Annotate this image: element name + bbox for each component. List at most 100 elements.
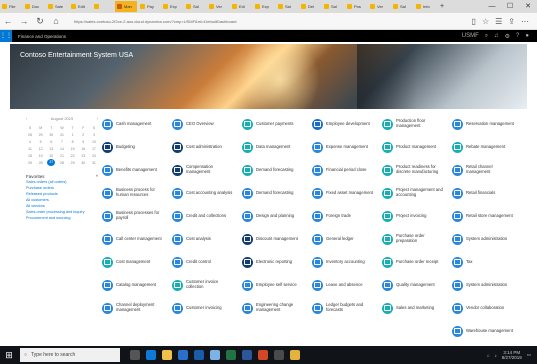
workspace-tile[interactable]: Customer invoice collection	[172, 277, 236, 293]
home-icon[interactable]: ⌂	[48, 16, 64, 26]
calendar-month[interactable]: August 2019	[51, 116, 73, 121]
network-icon[interactable]: ⌂	[487, 353, 490, 358]
calendar-prev-icon[interactable]: ‹	[26, 116, 27, 121]
workspace-tile[interactable]: Discount management	[242, 231, 306, 247]
new-tab-icon[interactable]: +	[437, 3, 447, 10]
workspace-tile[interactable]: Catalog management	[102, 277, 166, 293]
task-view-icon[interactable]	[130, 350, 140, 360]
browser-tab[interactable]: Sal	[322, 1, 344, 12]
calendar-day[interactable]: 30	[47, 133, 55, 137]
browser-tab[interactable]: Pos	[345, 1, 367, 12]
workspace-tile[interactable]: Data management	[242, 139, 306, 155]
chevron-up-icon[interactable]: ^	[96, 174, 98, 179]
edge-icon[interactable]	[146, 350, 156, 360]
workspace-tile[interactable]: Business process for human resources	[102, 185, 166, 201]
calendar-day[interactable]: 25	[26, 161, 34, 165]
browser-tab[interactable]: Sale	[46, 1, 68, 12]
minimize-button[interactable]: —	[483, 0, 501, 13]
workspace-tile[interactable]: Tax	[452, 254, 516, 270]
browser-tab[interactable]: Sal	[391, 1, 413, 12]
workspace-tile[interactable]: Foreign trade	[312, 208, 376, 224]
browser-tab[interactable]: Edi	[230, 1, 252, 12]
calendar-day[interactable]: 22	[69, 154, 77, 158]
workspace-tile[interactable]: Quality management	[382, 277, 446, 293]
taskbar-search[interactable]: ○ Type here to search	[20, 348, 120, 362]
calendar-day[interactable]: 28	[58, 161, 66, 165]
volume-icon[interactable]: ♪	[494, 353, 496, 358]
calendar-day[interactable]: 29	[37, 133, 45, 137]
workspace-tile[interactable]: Retail channel management	[452, 162, 516, 178]
close-button[interactable]: ✕	[519, 0, 537, 13]
back-icon[interactable]: ←	[0, 16, 16, 26]
workspace-tile[interactable]: Purchase order preparation	[382, 231, 446, 247]
powerpoint-icon[interactable]	[258, 350, 268, 360]
windows-start-icon[interactable]: ⊞	[0, 350, 18, 361]
reading-view-icon[interactable]: ▯	[472, 17, 476, 26]
workspace-tile[interactable]: Product readiness for discrete manufactu…	[382, 162, 446, 178]
calendar-day[interactable]: 18	[26, 154, 34, 158]
calendar-day[interactable]: 31	[58, 133, 66, 137]
workspace-tile[interactable]: Customer payments	[242, 116, 306, 132]
browser-tab[interactable]: Doc	[23, 1, 45, 12]
file-explorer-icon[interactable]	[162, 350, 172, 360]
calendar-day[interactable]: 21	[58, 154, 66, 158]
browser-tab[interactable]: Ver	[207, 1, 229, 12]
browser-tab[interactable]: Exp	[161, 1, 183, 12]
browser-tab[interactable]: Pay	[138, 1, 160, 12]
browser-tab[interactable]: Sal	[184, 1, 206, 12]
workspace-tile[interactable]: Business processes for payroll	[102, 208, 166, 224]
workspace-tile[interactable]: Engineering change management	[242, 300, 306, 316]
workspace-tile[interactable]: Cost administration	[172, 139, 236, 155]
refresh-icon[interactable]: ↻	[32, 16, 48, 27]
company-picker[interactable]: USMF	[462, 33, 479, 40]
calendar-next-icon[interactable]: ›	[97, 116, 98, 121]
calendar-day[interactable]: 27	[47, 159, 56, 166]
workspace-tile[interactable]: Production floor management	[382, 116, 446, 132]
workspace-tile[interactable]: General ledger	[312, 231, 376, 247]
folder-icon[interactable]	[290, 350, 300, 360]
workspace-tile[interactable]: Reservation management	[452, 116, 516, 132]
maximize-button[interactable]: ☐	[501, 0, 519, 13]
calendar-day[interactable]: 8	[69, 140, 77, 144]
workspace-tile[interactable]: Ledger budgets and forecasts	[312, 300, 376, 316]
workspace-tile[interactable]: Employee self service	[242, 277, 306, 293]
calendar-day[interactable]: 20	[47, 154, 55, 158]
notifications-icon[interactable]: ▭	[527, 352, 531, 358]
calendar-day[interactable]: 5	[37, 140, 45, 144]
bell-icon[interactable]: ♫	[494, 33, 499, 40]
avatar[interactable]: ●	[525, 33, 529, 40]
calendar-day[interactable]: 4	[26, 140, 34, 144]
calendar-day[interactable]: 28	[26, 133, 34, 137]
workspace-tile[interactable]: Benefits management	[102, 162, 166, 178]
calendar-day[interactable]: 6	[47, 140, 55, 144]
workspace-tile[interactable]: Design and planning	[242, 208, 306, 224]
calendar-day[interactable]: 11	[26, 147, 34, 151]
workspace-tile[interactable]: Demand forecasting	[242, 185, 306, 201]
calendar-day[interactable]: 7	[58, 140, 66, 144]
help-icon[interactable]: ?	[516, 33, 519, 40]
workspace-tile[interactable]: Call center management	[102, 231, 166, 247]
browser-tab[interactable]: Del	[299, 1, 321, 12]
store-icon[interactable]	[178, 350, 188, 360]
workspace-tile[interactable]: Financial period close	[312, 162, 376, 178]
workspace-tile[interactable]: Inventory accounting	[312, 254, 376, 270]
mail-icon[interactable]	[194, 350, 204, 360]
calendar-day[interactable]: 16	[79, 147, 87, 151]
calendar-day[interactable]: 15	[69, 147, 77, 151]
workspace-tile[interactable]: System administration	[452, 231, 516, 247]
browser-tab[interactable]: Exp	[253, 1, 275, 12]
browser-tab[interactable]	[92, 1, 114, 12]
workspace-tile[interactable]: Customer invoicing	[172, 300, 236, 316]
gear-icon[interactable]: ⚙	[505, 33, 510, 40]
workspace-tile[interactable]: Electronic reporting	[242, 254, 306, 270]
more-icon[interactable]: ⋯	[521, 17, 529, 26]
calendar-day[interactable]: 2	[79, 133, 87, 137]
favorites-hub-icon[interactable]: ☰	[495, 17, 502, 26]
calendar-day[interactable]: 29	[69, 161, 77, 165]
workspace-tile[interactable]: CEO Overview	[172, 116, 236, 132]
calendar-day[interactable]: 24	[90, 154, 98, 158]
workspace-tile[interactable]: Vendor collaboration	[452, 300, 516, 316]
workspace-tile[interactable]: Purchase order receipt	[382, 254, 446, 270]
calendar-day[interactable]: 31	[90, 161, 98, 165]
calendar-day[interactable]: 23	[79, 154, 87, 158]
